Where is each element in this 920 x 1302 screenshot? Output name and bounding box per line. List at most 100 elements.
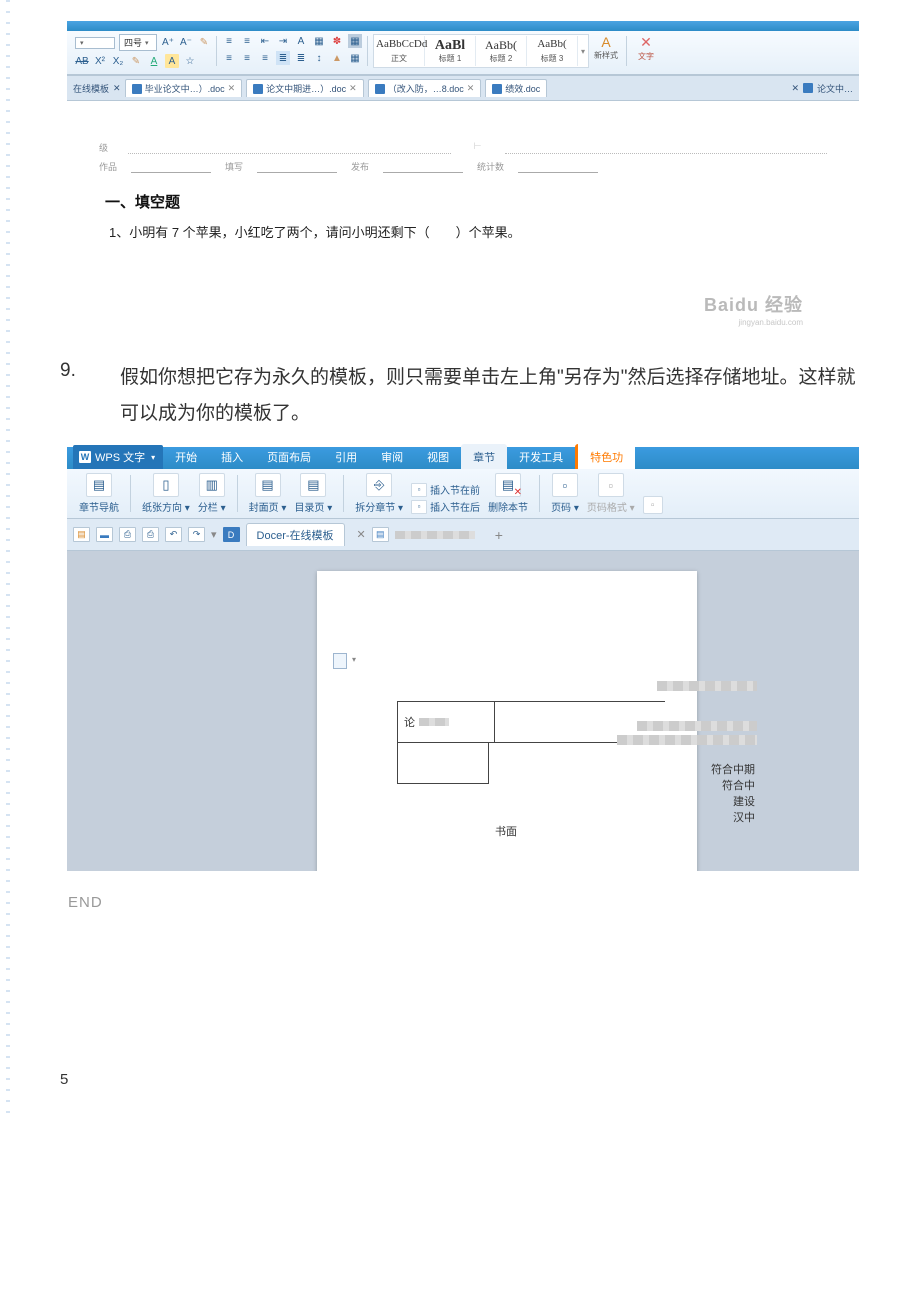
font-color-icon[interactable]: A	[147, 54, 161, 68]
tab-online-template[interactable]: 在线模板	[73, 82, 109, 95]
menu-tab[interactable]: 开发工具	[507, 444, 575, 469]
docer-d-icon[interactable]: D	[223, 527, 240, 542]
justify-icon[interactable]: ≣	[276, 51, 290, 65]
chapter-toolbar: ▤章节导航 ▯纸张方向 ▾ ▥分栏 ▾ ▤封面页 ▾ ▤目录页 ▾ ⎆拆分章节 …	[67, 469, 859, 519]
menu-tab[interactable]: 页面布局	[255, 444, 323, 469]
inc-indent-icon[interactable]: ⇥	[276, 34, 290, 48]
style-heading3[interactable]: AaBb( 标题 3	[527, 36, 578, 66]
text-tools-button[interactable]: ✕ 文字	[632, 34, 660, 68]
step-9: 9. 假如你想把它存为永久的模板，则只需要单击左上角"另存为"然后选择存储地址。…	[60, 360, 860, 432]
page-number: 5	[60, 1071, 860, 1088]
highlight-icon[interactable]: A	[165, 54, 179, 68]
subscript-icon[interactable]: X₂	[111, 54, 125, 68]
style-normal[interactable]: AaBbCcDd 正文	[374, 36, 425, 66]
screenshot-wps-chapter: WPS 文字 开始 插入 页面布局 引用 审阅 视图 章节 开发工具 特色功 ▤…	[66, 446, 860, 872]
preview-icon[interactable]: ⎙	[142, 527, 159, 542]
align-left-icon[interactable]: ≡	[222, 51, 236, 65]
menu-tab-chapter[interactable]: 章节	[461, 444, 507, 469]
close-icon[interactable]: ✕	[228, 83, 236, 94]
insert-after-button[interactable]: ▫插入节在后	[411, 499, 480, 514]
chapter-nav-button[interactable]: ▤章节导航	[79, 473, 119, 514]
toc-page-button[interactable]: ▤目录页 ▾	[294, 473, 332, 514]
format-painter-icon[interactable]: ✎	[129, 54, 143, 68]
document-canvas: 论 符合中期 符合中 建设 汉中 书面 Baidu 经验	[67, 551, 859, 871]
close-icon[interactable]: ✕	[467, 83, 475, 94]
word-doc-icon	[803, 83, 813, 93]
increase-font-icon[interactable]: A⁺	[161, 36, 175, 50]
redo-icon[interactable]: ↷	[188, 527, 205, 542]
doc-tab[interactable]: （改入防，…8.doc✕	[368, 79, 482, 97]
strike-icon[interactable]: AB	[75, 54, 89, 68]
shading-icon[interactable]: ▲	[330, 51, 344, 65]
font-size-dropdown[interactable]: 四号	[119, 34, 157, 51]
numbering-icon[interactable]: ≡	[240, 34, 254, 48]
print-icon[interactable]: ⎙	[119, 527, 136, 542]
docer-tab[interactable]: Docer-在线模板	[246, 523, 345, 546]
menu-tab[interactable]: 开始	[163, 444, 209, 469]
align-right-icon[interactable]: ≡	[258, 51, 272, 65]
new-style-button[interactable]: A 新样式	[591, 34, 621, 68]
close-icon[interactable]: ✕	[113, 83, 121, 94]
close-icon[interactable]: ✕	[791, 83, 799, 94]
new-icon[interactable]: ▤	[73, 527, 90, 542]
dec-indent-icon[interactable]: ⇤	[258, 34, 272, 48]
title-bar: WPS 文字 开始 插入 页面布局 引用 审阅 视图 章节 开发工具 特色功	[67, 447, 859, 469]
menu-tab[interactable]: 审阅	[369, 444, 415, 469]
decrease-font-icon[interactable]: A⁻	[179, 36, 193, 50]
question-text: 1、小明有 7 个苹果，小红吃了两个，请问小明还剩下（ ）个苹果。	[109, 222, 817, 241]
menu-tab[interactable]: 引用	[323, 444, 369, 469]
insert-pic-icon[interactable]: ▦	[348, 34, 362, 48]
word-doc-icon	[492, 84, 502, 94]
menu-tab[interactable]: 视图	[415, 444, 461, 469]
align-center-icon[interactable]: ≡	[240, 51, 254, 65]
watermark: Baidu 经验	[704, 291, 803, 317]
doc-tab-overflow[interactable]: 论文中…	[817, 82, 853, 95]
doc-tab[interactable]: 论文中期进…）.doc✕	[246, 79, 364, 97]
section-heading: 一、填空题	[105, 191, 821, 212]
char-border-icon[interactable]: ☆	[183, 54, 197, 68]
document-tabs: 在线模板 ✕ 毕业论文中…）.doc✕ 论文中期进…）.doc✕ （改入防，…8…	[67, 75, 859, 101]
page: 论 符合中期 符合中 建设 汉中 书面 Baidu 经验	[317, 571, 697, 871]
quick-access-bar: ▤ ▬ ⎙ ⎙ ↶ ↷ ▾ D Docer-在线模板 ✕ ▤ +	[67, 519, 859, 551]
menu-tab-special[interactable]: 特色功	[575, 444, 635, 469]
tab-icon[interactable]: ✽	[330, 34, 344, 48]
word-doc-icon	[253, 84, 263, 94]
phonetic-icon[interactable]: A	[294, 34, 308, 48]
cover-page-button[interactable]: ▤封面页 ▾	[249, 473, 287, 514]
extra-button[interactable]: ▫	[643, 496, 663, 514]
word-doc-icon	[375, 84, 385, 94]
clear-format-icon[interactable]: ✎	[197, 36, 211, 50]
distribute-icon[interactable]: ≣	[294, 51, 308, 65]
wps-app-button[interactable]: WPS 文字	[73, 445, 163, 469]
end-label: END	[68, 894, 860, 911]
columns-button[interactable]: ▥分栏 ▾	[198, 473, 226, 514]
styles-gallery[interactable]: AaBbCcDd 正文 AaBl 标题 1 AaBb( 标题 2 AaBb( 标…	[373, 34, 589, 68]
borders-icon[interactable]: ▦	[348, 51, 362, 65]
doc-tab[interactable]: 毕业论文中…）.doc✕	[125, 79, 243, 97]
orientation-button[interactable]: ▯纸张方向 ▾	[142, 473, 190, 514]
menu-tab[interactable]: 插入	[209, 444, 255, 469]
close-icon[interactable]: ✕	[349, 83, 357, 94]
bullets-icon[interactable]: ≡	[222, 34, 236, 48]
insert-before-button[interactable]: ▫插入节在前	[411, 482, 480, 497]
delete-section-button[interactable]: ▤✕删除本节	[488, 473, 528, 514]
line-spacing-icon[interactable]: ↕	[312, 51, 326, 65]
page-format-button[interactable]: ▫页码格式 ▾	[587, 473, 635, 514]
margin-dots	[6, 0, 10, 1118]
undo-icon[interactable]: ↶	[165, 527, 182, 542]
watermark-sub: jingyan.baidu.com	[739, 318, 803, 327]
new-tab-plus-icon[interactable]: +	[495, 527, 503, 543]
save-icon[interactable]: ▬	[96, 527, 113, 542]
doc-tab[interactable]: 绩效.doc	[485, 79, 547, 97]
style-heading1[interactable]: AaBl 标题 1	[425, 36, 476, 66]
page-field-icon[interactable]	[333, 653, 347, 669]
page-number-button[interactable]: ▫页码 ▾	[551, 473, 579, 514]
step-number: 9.	[60, 360, 120, 432]
style-heading2[interactable]: AaBb( 标题 2	[476, 36, 527, 66]
doc-tab-icon[interactable]: ▤	[372, 527, 389, 542]
superscript-icon[interactable]: X²	[93, 54, 107, 68]
font-family-dropdown[interactable]	[75, 37, 115, 49]
close-icon[interactable]: ✕	[357, 528, 366, 541]
split-chapter-button[interactable]: ⎆拆分章节 ▾	[355, 473, 403, 514]
char-shade-icon[interactable]: ▦	[312, 34, 326, 48]
